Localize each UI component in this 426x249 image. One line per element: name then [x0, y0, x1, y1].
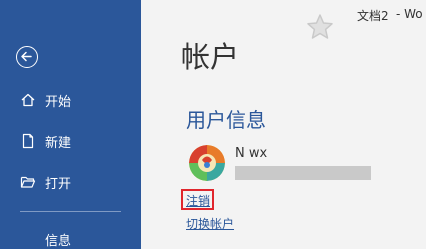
avatar[interactable]: [189, 145, 225, 181]
backstage-sidebar: 开始 新建 打开 信息: [0, 0, 141, 249]
document-title: 文档2: [357, 9, 389, 23]
back-button[interactable]: [16, 46, 38, 68]
star-icon: [307, 14, 333, 39]
page-title: 帐户: [181, 40, 240, 74]
user-name: N wx: [235, 146, 268, 161]
folder-open-icon: [20, 176, 36, 188]
user-email-redacted: [235, 166, 371, 180]
signout-link[interactable]: 注销: [186, 192, 210, 209]
account-panel: 文档2 - Wo 帐户 用户信息 N wx 注销 切换帐户: [141, 0, 426, 249]
sidebar-item-label: 开始: [45, 94, 72, 110]
sidebar-item-new[interactable]: 新建: [0, 127, 141, 155]
section-title-user-info: 用户信息: [186, 108, 266, 132]
account-backstage: 开始 新建 打开 信息 文档2 - Wo 帐户 用户信息 N wx 注销 切换帐…: [0, 0, 426, 249]
sidebar-item-home[interactable]: 开始: [0, 86, 141, 114]
back-arrow-icon: [21, 51, 32, 62]
app-title: - Wo: [396, 7, 423, 21]
new-document-icon: [22, 133, 34, 149]
sidebar-item-label: 打开: [45, 176, 72, 192]
sidebar-item-info[interactable]: 信息: [45, 230, 71, 249]
switch-account-link[interactable]: 切换帐户: [186, 215, 234, 232]
home-icon: [21, 93, 35, 107]
avatar-image: [189, 145, 225, 181]
sidebar-divider: [20, 211, 121, 212]
sidebar-item-label: 新建: [45, 135, 72, 151]
sidebar-item-open[interactable]: 打开: [0, 168, 141, 196]
